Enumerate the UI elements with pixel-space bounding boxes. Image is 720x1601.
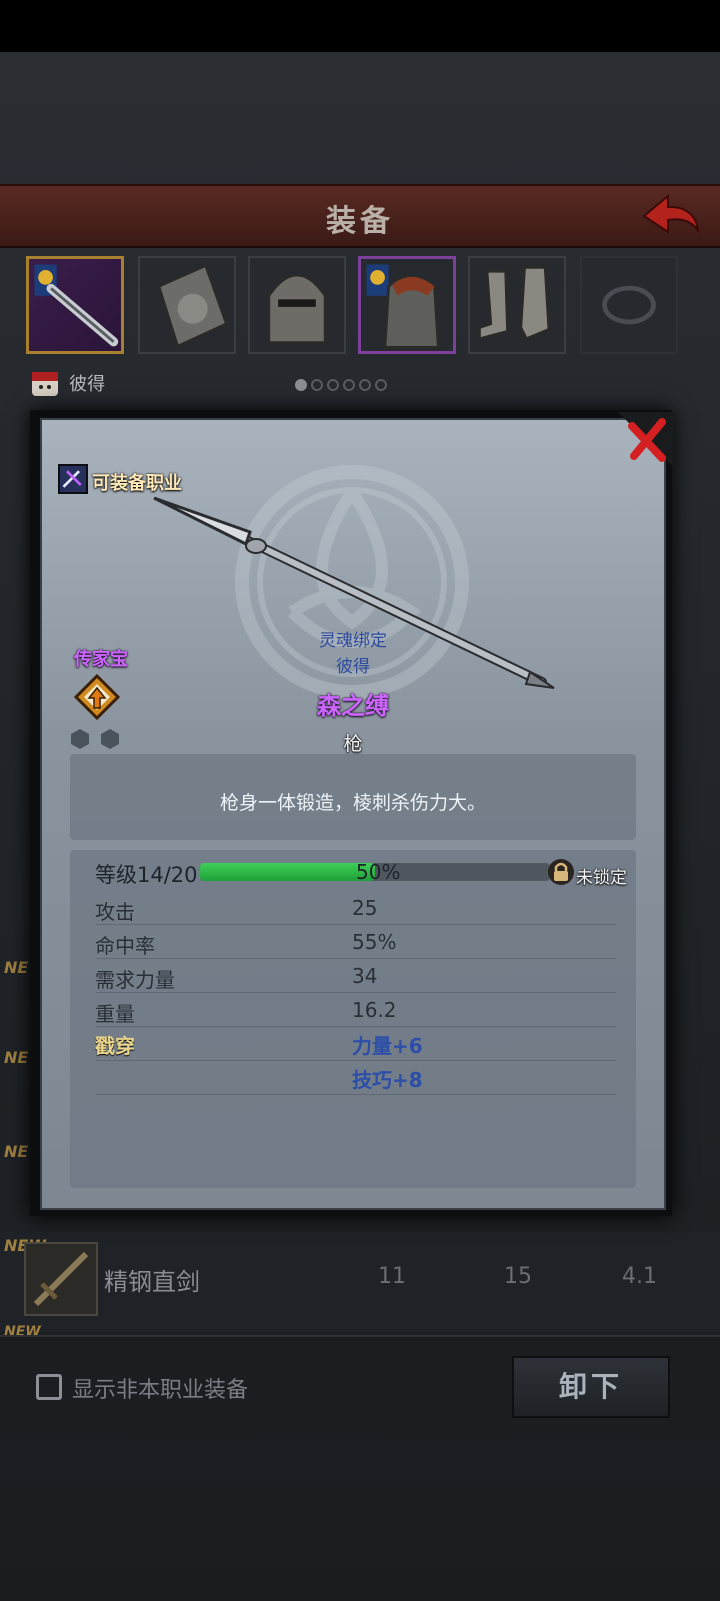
armor-slot-icon [366, 264, 440, 349]
back-arrow-icon [642, 193, 700, 234]
stat-label: 命中率 [95, 934, 155, 958]
heirloom-upgrade-icon [74, 674, 120, 720]
sword-icon [33, 1251, 89, 1307]
divider [96, 1060, 616, 1061]
divider [96, 992, 616, 993]
list-item-strength: 15 [504, 1264, 532, 1289]
checkbox-label: 显示非本职业装备 [72, 1378, 249, 1403]
stat-label: 攻击 [95, 900, 135, 924]
lock-status: 未锁定 [576, 868, 627, 888]
shield-slot-icon [157, 263, 229, 349]
list-item-weight: 4.1 [622, 1264, 657, 1289]
crossed-tools-icon [62, 470, 82, 488]
class-badge [58, 464, 88, 494]
gem-sockets [70, 728, 124, 754]
stat-value: 55% [352, 930, 397, 954]
slot-armor[interactable] [358, 256, 456, 354]
slot-helmet[interactable] [248, 256, 346, 354]
stat-label: 需求力量 [95, 968, 175, 992]
page-title: 装备 [326, 204, 394, 239]
stat-label: 戳穿 [95, 1034, 135, 1058]
page-dot [359, 379, 371, 391]
show-other-class-checkbox[interactable] [36, 1374, 62, 1400]
close-icon [618, 412, 674, 468]
level-value: 14/20 [137, 863, 198, 887]
page-dot [311, 379, 323, 391]
stat-value: 16.2 [352, 998, 397, 1022]
character-avatar-icon [32, 372, 58, 396]
slot-shield[interactable] [138, 256, 236, 354]
socket-icon [71, 729, 119, 749]
experience-bar-fill [200, 863, 375, 881]
character-name: 彼得 [69, 374, 106, 395]
item-type: 枪 [343, 733, 363, 755]
page-dot [327, 379, 339, 391]
divider [96, 958, 616, 959]
level-label: 等级 [95, 863, 137, 887]
back-button[interactable] [640, 190, 702, 238]
ring-slot-icon [602, 285, 656, 325]
divider [96, 924, 616, 925]
item-name: 森之缚 [317, 692, 389, 720]
page-dot [343, 379, 355, 391]
slot-weapon[interactable] [26, 256, 124, 354]
stat-value: 技巧+8 [352, 1068, 423, 1092]
list-item-name: 精钢直剑 [104, 1268, 200, 1296]
item-description: 枪身一体锻造，棱刺杀伤力大。 [219, 792, 486, 814]
experience-percent: 50% [356, 860, 401, 884]
unequip-button[interactable]: 卸下 [512, 1356, 670, 1418]
stat-label: 重量 [95, 1002, 135, 1026]
list-item-thumbnail [24, 1242, 98, 1316]
stat-value: 力量+6 [352, 1034, 423, 1058]
boots-slot-icon [477, 265, 551, 341]
stat-value: 34 [352, 964, 378, 988]
list-item-attack: 11 [378, 1264, 406, 1289]
close-button[interactable] [618, 412, 674, 468]
bound-owner: 彼得 [336, 657, 370, 677]
divider [96, 1094, 616, 1095]
class-requirement-label: 可装备职业 [92, 473, 182, 494]
stat-value: 25 [352, 896, 378, 920]
page-dot [375, 379, 387, 391]
soulbound-label: 灵魂绑定 [319, 631, 387, 651]
slot-accessory[interactable] [580, 256, 678, 354]
page-dot [295, 379, 307, 391]
level-row: 等级14/20 [95, 859, 198, 889]
status-bar [0, 0, 720, 52]
slot-boots[interactable] [468, 256, 566, 354]
padlock-icon[interactable] [547, 858, 575, 886]
divider [96, 1026, 616, 1027]
heirloom-label: 传家宝 [74, 649, 128, 670]
helmet-slot-icon [267, 273, 327, 345]
page-indicator [295, 376, 391, 395]
character-row: 彼得 [30, 368, 105, 398]
spear-slot-icon [34, 264, 119, 347]
